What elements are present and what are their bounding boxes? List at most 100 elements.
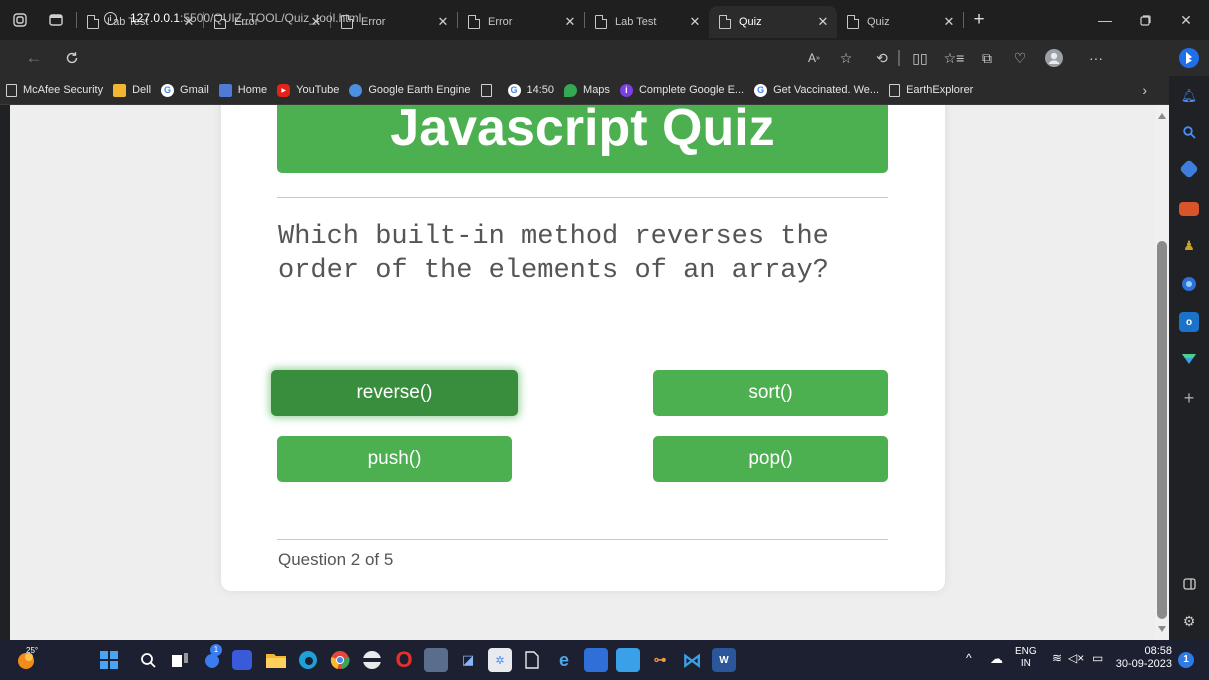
bookmark-1450[interactable]: G 14:50 [507, 83, 554, 97]
battery-icon[interactable]: ▭ [1092, 651, 1103, 665]
extensions-icon[interactable]: ⟲ [868, 44, 896, 72]
shopping-tag-icon[interactable] [1179, 159, 1199, 179]
volume-icon[interactable]: ◁× [1068, 651, 1084, 665]
favorites-icon[interactable]: ☆≡ [940, 44, 968, 72]
opera-icon[interactable]: O [392, 647, 416, 672]
gear-icon[interactable]: ⚙ [1179, 611, 1199, 631]
close-icon[interactable]: ✕ [435, 14, 451, 30]
calendar-app-icon[interactable] [232, 650, 252, 670]
tab-error-3[interactable]: Error ✕ [458, 6, 584, 38]
new-tab-button[interactable]: + [964, 9, 994, 31]
app-image-icon[interactable] [424, 648, 448, 672]
google-icon: G [507, 83, 521, 97]
site-info-icon[interactable]: i [104, 11, 117, 25]
vscode-icon[interactable]: ⋈ [680, 648, 704, 672]
scroll-down-icon[interactable] [1158, 626, 1166, 632]
close-window-icon[interactable]: ✕ [1166, 0, 1206, 40]
app-tool-icon[interactable]: ◪ [456, 648, 480, 672]
file-explorer-icon[interactable] [264, 648, 288, 672]
task-view-icon[interactable] [168, 648, 192, 672]
url-field[interactable]: i 127.0.0.1:5500/QUIZ_TOOL/Quiz_tool.htm… [104, 7, 361, 29]
app-globe-icon[interactable] [360, 648, 384, 672]
edge-browser-icon[interactable] [296, 648, 320, 672]
app-window-icon[interactable] [584, 648, 608, 672]
page-viewport: Javascript Quiz Which built-in method re… [10, 105, 1155, 640]
page-icon [87, 15, 99, 29]
notification-badge[interactable]: 1 [1178, 652, 1194, 668]
more-options-icon[interactable]: ··· [1082, 44, 1110, 72]
app-network-icon[interactable]: ⊶ [648, 648, 672, 672]
outlook-icon[interactable]: o [1179, 312, 1199, 332]
word-icon[interactable]: W [712, 648, 736, 672]
onedrive-cloud-icon[interactable]: ☁ [990, 651, 1003, 667]
collections-icon[interactable]: ⧉ [973, 44, 1001, 72]
read-aloud-icon[interactable]: A» [800, 44, 828, 72]
search-icon[interactable] [1179, 122, 1199, 142]
close-icon[interactable]: ✕ [562, 14, 578, 30]
games-icon[interactable]: ♟ [1179, 236, 1199, 256]
tools-briefcase-icon[interactable] [1179, 202, 1199, 216]
edge-legacy-icon[interactable]: e [552, 648, 576, 672]
answer-button-sort[interactable]: sort() [653, 370, 888, 416]
bookmark-youtube[interactable]: ▶ YouTube [277, 83, 340, 97]
divider [277, 197, 888, 198]
vertical-scrollbar[interactable] [1155, 105, 1169, 640]
copilot-icon[interactable] [1175, 44, 1203, 72]
windows-start-icon[interactable] [97, 648, 121, 672]
scrollbar-thumb[interactable] [1157, 241, 1167, 619]
close-icon[interactable]: ✕ [687, 14, 703, 30]
quiz-card: Javascript Quiz Which built-in method re… [221, 105, 945, 591]
bookmark-dell[interactable]: Dell [113, 83, 151, 97]
clock[interactable]: 08:58 30-09-2023 [1108, 645, 1172, 671]
scroll-up-icon[interactable] [1158, 113, 1166, 119]
answer-button-pop[interactable]: pop() [653, 436, 888, 482]
answer-button-reverse[interactable]: reverse() [271, 370, 518, 416]
bookmark-label: YouTube [296, 84, 340, 96]
tab-actions-icon[interactable] [44, 8, 68, 32]
page-icon[interactable] [520, 648, 544, 672]
taskbar-search-icon[interactable] [136, 648, 160, 672]
drop-icon[interactable] [1179, 349, 1199, 369]
chevron-up-icon[interactable]: ^ [966, 651, 972, 665]
tab-title: Quiz [867, 16, 890, 28]
maps-icon [564, 83, 578, 97]
google-icon: G [754, 83, 768, 97]
tab-lab-test-2[interactable]: Lab Test ✕ [585, 6, 709, 38]
close-icon[interactable]: ✕ [815, 14, 831, 30]
bookmark-earth-engine[interactable]: Google Earth Engine [349, 83, 471, 97]
photos-icon[interactable] [616, 648, 640, 672]
refresh-icon[interactable] [58, 44, 86, 72]
minimize-icon[interactable]: — [1085, 0, 1125, 40]
add-sidebar-app-icon[interactable]: + [1179, 388, 1199, 408]
notifications-bell-icon[interactable]: 🔔︎ [1179, 86, 1199, 106]
bookmark-get-vaccinated[interactable]: G Get Vaccinated. We... [754, 83, 879, 97]
tab-title: Lab Test [615, 16, 657, 28]
bookmarks-bar: McAfee Security Dell G Gmail Home ▶ YouTub… [0, 76, 1209, 105]
app-snowflake-icon[interactable]: ✲ [488, 648, 512, 672]
favorite-star-icon[interactable]: ☆ [832, 44, 860, 72]
answer-button-push[interactable]: push() [277, 436, 512, 482]
bookmark-maps[interactable]: Maps [564, 83, 610, 97]
bookmark-mcafee[interactable]: McAfee Security [6, 83, 103, 97]
page-icon [480, 83, 492, 97]
wifi-icon[interactable]: ≋ [1052, 651, 1062, 665]
bookmark-home[interactable]: Home [218, 83, 267, 97]
profile-avatar[interactable] [1040, 44, 1068, 72]
workspaces-icon[interactable] [8, 8, 32, 32]
browser-essentials-icon[interactable]: ♡ [1006, 44, 1034, 72]
hide-sidebar-icon[interactable] [1179, 574, 1199, 594]
tab-quiz-active[interactable]: Quiz ✕ [709, 6, 837, 38]
close-icon[interactable]: ✕ [941, 14, 957, 30]
restore-icon[interactable] [1125, 0, 1165, 40]
chrome-icon[interactable] [328, 648, 352, 672]
back-icon[interactable]: ← [20, 44, 48, 72]
bookmark-complete-google[interactable]: i Complete Google E... [619, 83, 744, 97]
bookmark-page[interactable] [480, 83, 498, 97]
bookmark-gmail[interactable]: G Gmail [161, 83, 209, 97]
split-screen-icon[interactable]: ▯▯ [906, 44, 934, 72]
bookmark-earthexplorer[interactable]: EarthExplorer [889, 83, 973, 97]
language-indicator[interactable]: ENG IN [1015, 646, 1037, 670]
tab-quiz-2[interactable]: Quiz ✕ [837, 6, 963, 38]
chevron-right-icon[interactable]: › [1142, 82, 1147, 98]
microsoft-365-icon[interactable] [1179, 274, 1199, 294]
